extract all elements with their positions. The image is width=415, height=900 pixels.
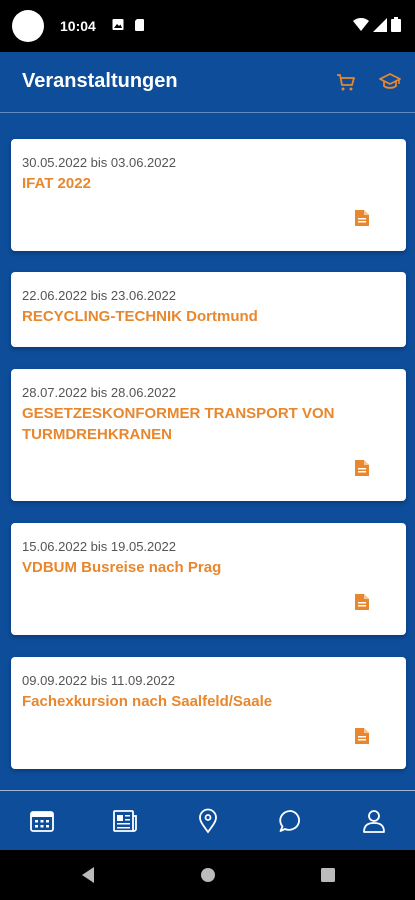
event-date: 09.09.2022 bis 11.09.2022	[22, 673, 176, 688]
document-icon[interactable]	[354, 209, 370, 227]
wifi-icon	[353, 17, 369, 31]
chat-bubble-icon[interactable]	[277, 807, 305, 835]
status-right-icons	[353, 17, 401, 32]
document-icon[interactable]	[354, 727, 370, 745]
event-date: 22.06.2022 bis 23.06.2022	[22, 288, 176, 303]
event-card[interactable]: 22.06.2022 bis 23.06.2022 RECYCLING-TECH…	[11, 272, 406, 347]
calendar-icon[interactable]	[28, 807, 56, 835]
photo-notification-icon	[112, 19, 124, 30]
event-card[interactable]: 15.06.2022 bis 19.05.2022 VDBUM Busreise…	[11, 523, 406, 635]
system-navigation-bar	[0, 850, 415, 900]
event-card[interactable]: 28.07.2022 bis 28.06.2022 GESETZESKONFOR…	[11, 369, 406, 501]
event-card[interactable]: 09.09.2022 bis 11.09.2022 Fachexkursion …	[11, 657, 406, 769]
event-title[interactable]: Fachexkursion nach Saalfeld/Saale	[22, 691, 386, 712]
back-icon[interactable]	[80, 866, 96, 884]
event-title[interactable]: IFAT 2022	[22, 173, 386, 194]
event-date: 30.05.2022 bis 03.06.2022	[22, 155, 176, 170]
event-card[interactable]: 30.05.2022 bis 03.06.2022 IFAT 2022	[11, 139, 406, 251]
event-list[interactable]: 30.05.2022 bis 03.06.2022 IFAT 2022 22.0…	[0, 112, 415, 790]
event-title[interactable]: VDBUM Busreise nach Prag	[22, 557, 386, 578]
camera-cutout	[12, 10, 44, 42]
status-time: 10:04	[60, 18, 96, 34]
cart-icon[interactable]	[334, 70, 358, 94]
event-date: 15.06.2022 bis 19.05.2022	[22, 539, 176, 554]
graduation-cap-icon[interactable]	[378, 70, 402, 94]
newspaper-icon[interactable]	[111, 807, 139, 835]
event-date: 28.07.2022 bis 28.06.2022	[22, 385, 176, 400]
signal-icon	[373, 17, 387, 32]
document-icon[interactable]	[354, 593, 370, 611]
location-pin-icon[interactable]	[194, 807, 222, 835]
document-icon[interactable]	[354, 459, 370, 477]
user-icon[interactable]	[360, 807, 388, 835]
battery-icon	[391, 17, 401, 32]
event-title[interactable]: RECYCLING-TECHNIK Dortmund	[22, 306, 386, 327]
sim-card-icon	[135, 19, 144, 31]
bottom-navigation	[0, 790, 415, 850]
page-title: Veranstaltungen	[22, 70, 178, 92]
home-icon[interactable]	[200, 866, 216, 884]
app-header: Veranstaltungen	[0, 52, 415, 112]
status-bar: 10:04	[0, 0, 415, 52]
event-title[interactable]: GESETZESKONFORMER TRANSPORT VON TURMDREH…	[22, 403, 386, 445]
recents-icon[interactable]	[320, 866, 336, 884]
